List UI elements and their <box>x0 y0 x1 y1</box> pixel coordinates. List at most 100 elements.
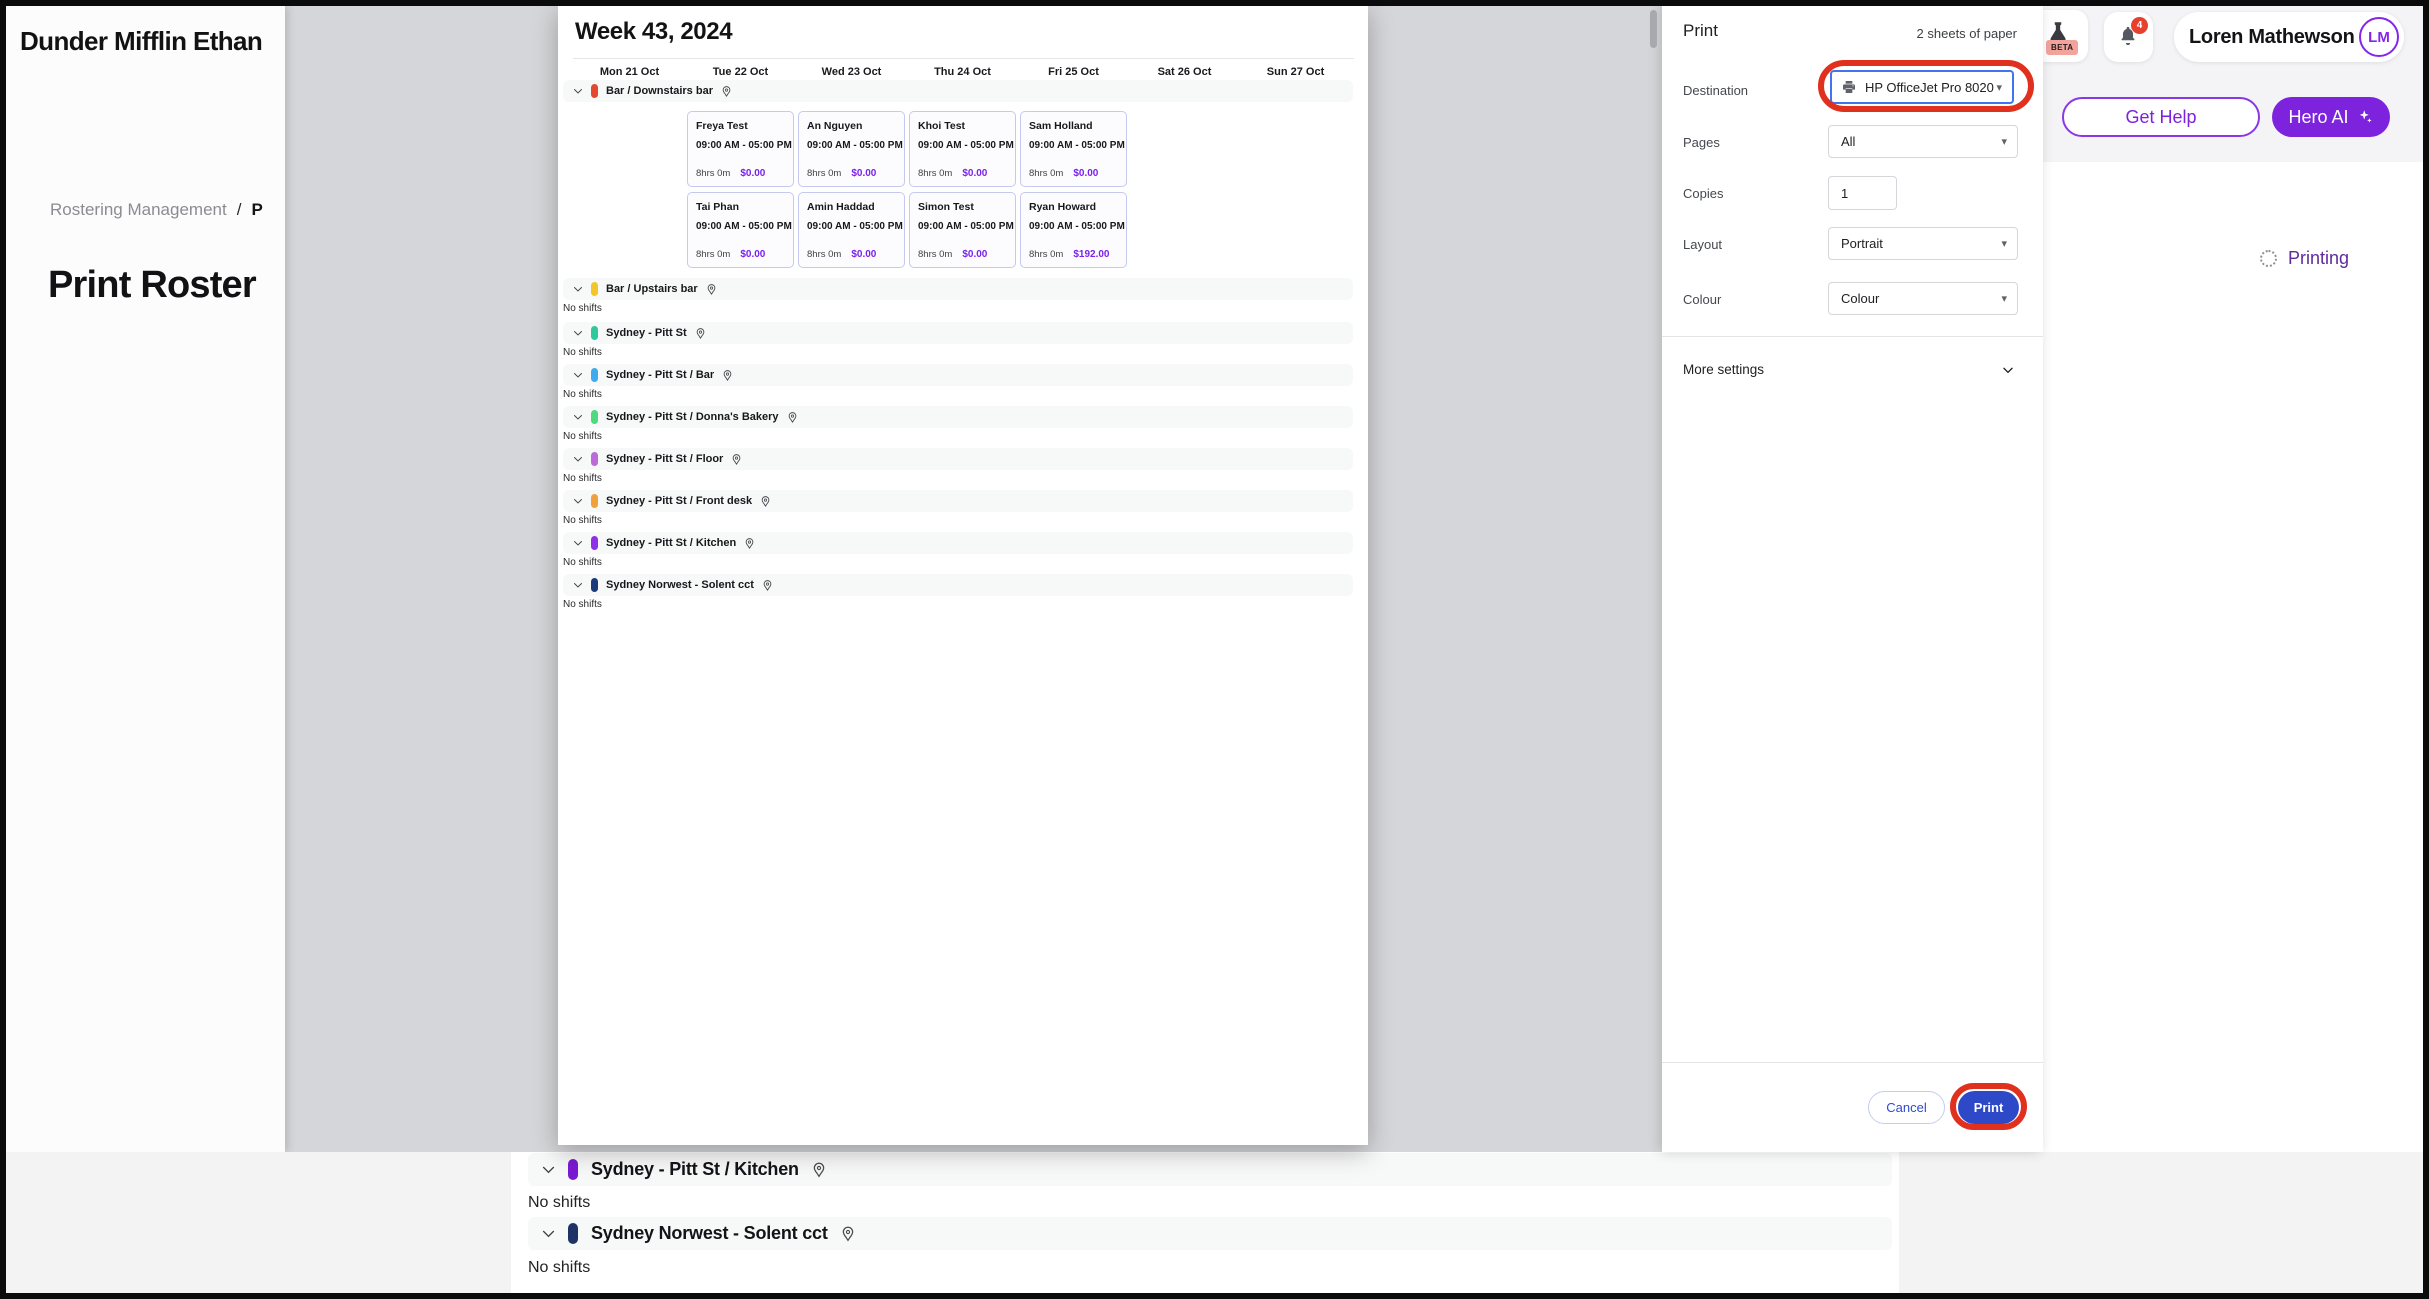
layout-select[interactable]: Portrait ▾ <box>1828 227 2018 260</box>
shift-cost: $0.00 <box>1073 168 1098 179</box>
shift-meta: 8hrs 0m $0.00 <box>918 249 1007 260</box>
shift-duration: 8hrs 0m <box>918 168 952 179</box>
divider <box>1662 1062 2043 1063</box>
print-dialog-panel: Print 2 sheets of paper Destination HP O… <box>1662 6 2043 1152</box>
group-color-marker <box>591 282 598 296</box>
get-help-button[interactable]: Get Help <box>2062 97 2260 137</box>
no-shifts-label: No shifts <box>563 303 602 314</box>
shift-cost: $0.00 <box>740 249 765 260</box>
location-pin-icon <box>786 411 799 424</box>
shift-time-range: 09:00 AM - 05:00 PM <box>918 221 1007 232</box>
group-color-marker <box>591 326 598 340</box>
shift-time-range: 09:00 AM - 05:00 PM <box>807 221 896 232</box>
group-color-marker <box>591 410 598 424</box>
shift-cost: $0.00 <box>962 249 987 260</box>
group-name: Sydney - Pitt St / Floor <box>606 453 723 465</box>
more-settings-toggle[interactable]: More settings <box>1662 350 2043 390</box>
shift-duration: 8hrs 0m <box>1029 249 1063 260</box>
no-shifts-label: No shifts <box>528 1194 590 1212</box>
chevron-down-icon <box>572 327 584 339</box>
group-name: Sydney Norwest - Solent cct <box>606 579 754 591</box>
shift-meta: 8hrs 0m $0.00 <box>918 168 1007 179</box>
hero-ai-button[interactable]: Hero AI <box>2272 97 2390 137</box>
shift-card: Tai Phan09:00 AM - 05:00 PM8hrs 0m$0.00 <box>687 192 794 268</box>
layout-value: Portrait <box>1829 236 1883 251</box>
shift-time-range: 09:00 AM - 05:00 PM <box>696 221 785 232</box>
layout-label: Layout <box>1683 237 1722 252</box>
group-name: Sydney - Pitt St <box>606 327 687 339</box>
preview-group-row: Sydney Norwest - Solent cct <box>563 574 1353 596</box>
shift-duration: 8hrs 0m <box>1029 168 1063 179</box>
shift-employee-name: An Nguyen <box>807 120 896 132</box>
cancel-button[interactable]: Cancel <box>1868 1091 1945 1124</box>
preview-group-row: Sydney - Pitt St <box>563 322 1353 344</box>
chevron-down-icon: ▾ <box>1996 81 2012 94</box>
shift-meta: 8hrs 0m $192.00 <box>1029 249 1118 260</box>
copies-label: Copies <box>1683 186 1723 201</box>
group-color-marker <box>591 494 598 508</box>
print-dialog-title: Print <box>1683 21 1718 41</box>
shift-time-range: 09:00 AM - 05:00 PM <box>1029 140 1118 151</box>
location-pin-icon <box>730 453 743 466</box>
preview-group-row: Sydney - Pitt St / Bar <box>563 364 1353 386</box>
colour-select[interactable]: Colour ▾ <box>1828 282 2018 315</box>
hero-ai-label: Hero AI <box>2288 107 2348 128</box>
chevron-down-icon <box>572 369 584 381</box>
no-shifts-label: No shifts <box>563 599 602 610</box>
roster-groups: Bar / Downstairs barBar / Upstairs barNo… <box>558 6 1368 1145</box>
shift-cost: $0.00 <box>851 168 876 179</box>
group-name: Bar / Downstairs bar <box>606 85 713 97</box>
location-pin-icon <box>720 85 733 98</box>
breadcrumb-separator: / <box>237 200 242 219</box>
shift-card: Freya Test 09:00 AM - 05:00 PM 8hrs 0m$0.0… <box>687 111 794 187</box>
beta-features-button[interactable]: BETA <box>2043 10 2088 62</box>
pages-select[interactable]: All ▾ <box>1828 125 2018 158</box>
shift-duration: 8hrs 0m <box>696 249 730 260</box>
shift-meta: 8hrs 0m$0.00 <box>696 168 785 179</box>
shift-cost: $0.00 <box>851 249 876 260</box>
location-pin-icon <box>694 327 707 340</box>
roster-group-row[interactable]: Sydney Norwest - Solent cct <box>528 1217 1892 1250</box>
shift-duration: 8hrs 0m <box>696 168 730 179</box>
breadcrumb-parent[interactable]: Rostering Management <box>50 200 227 219</box>
shift-employee-name: Ryan Howard <box>1029 201 1118 213</box>
avatar: LM <box>2359 17 2399 57</box>
no-shifts-label: No shifts <box>563 473 602 484</box>
destination-select[interactable]: HP OfficeJet Pro 8020 ▾ <box>1830 70 2014 104</box>
shift-cost: $0.00 <box>962 168 987 179</box>
more-settings-label: More settings <box>1683 362 1764 377</box>
no-shifts-label: No shifts <box>563 557 602 568</box>
shift-employee-name: Amin Haddad <box>807 201 896 213</box>
location-pin-icon <box>721 369 734 382</box>
chevron-down-icon: ▾ <box>2001 237 2017 250</box>
preview-scrollbar-thumb[interactable] <box>1650 10 1657 48</box>
page-bottom-region: Sydney - Pitt St / Kitchen No shifts Syd… <box>6 1152 2423 1293</box>
shift-duration: 8hrs 0m <box>918 249 952 260</box>
shift-cost: $192.00 <box>1073 249 1109 260</box>
group-name: Sydney - Pitt St / Front desk <box>606 495 752 507</box>
notifications-button[interactable]: 4 <box>2104 12 2153 62</box>
print-button[interactable]: Print <box>1958 1091 2019 1124</box>
page-left-column: Dunder Mifflin Ethan Rostering Managemen… <box>6 6 285 1152</box>
printer-icon <box>1841 79 1857 95</box>
copies-input[interactable] <box>1828 176 1897 210</box>
group-color-marker <box>591 536 598 550</box>
chevron-down-icon <box>572 283 584 295</box>
shift-card: Khoi Test09:00 AM - 05:00 PM8hrs 0m$0.00 <box>909 111 1016 187</box>
shift-time-range: 09:00 AM - 05:00 PM <box>696 140 785 151</box>
location-pin-icon <box>705 283 718 296</box>
shift-employee-name: Freya Test <box>696 120 785 132</box>
group-color-marker <box>568 1159 578 1180</box>
no-shifts-label: No shifts <box>563 515 602 526</box>
location-pin-icon <box>743 537 756 550</box>
roster-group-row[interactable]: Sydney - Pitt St / Kitchen <box>528 1153 1892 1186</box>
user-menu[interactable]: Loren Mathewson LM <box>2174 12 2404 62</box>
group-color-marker <box>591 452 598 466</box>
chevron-down-icon <box>572 453 584 465</box>
printing-label: Printing <box>2288 248 2349 269</box>
shift-time-range: 09:00 AM - 05:00 PM <box>807 140 896 151</box>
preview-group-row: Bar / Downstairs bar <box>563 80 1353 102</box>
shift-meta: 8hrs 0m$0.00 <box>807 168 896 179</box>
location-pin-icon <box>759 495 772 508</box>
preview-group-row: Sydney - Pitt St / Donna's Bakery <box>563 406 1353 428</box>
